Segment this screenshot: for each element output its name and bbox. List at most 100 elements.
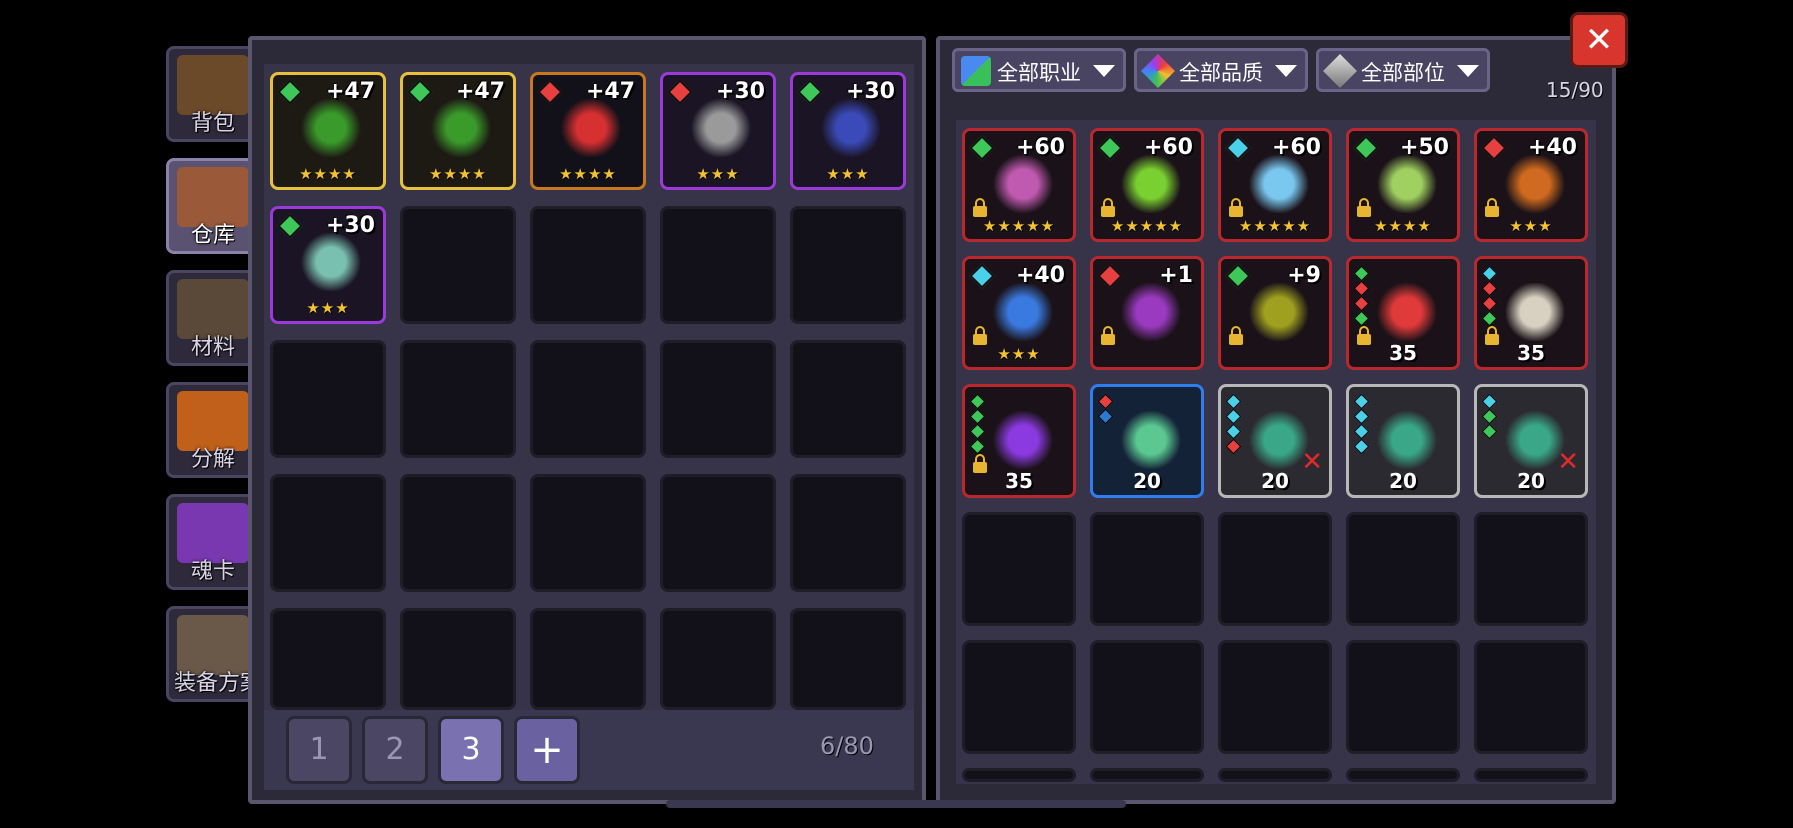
filter-dropdown-2[interactable]: 全部部位 <box>1316 48 1490 92</box>
quality-gem-icon <box>277 79 303 105</box>
storage-slot[interactable] <box>660 340 776 458</box>
backpack-slot[interactable]: 20 <box>1090 384 1204 498</box>
storage-slot[interactable] <box>530 206 646 324</box>
red-hook-icon <box>561 99 621 157</box>
add-page-button[interactable]: + <box>514 716 580 784</box>
storage-slot[interactable] <box>790 206 906 324</box>
storage-slot[interactable] <box>400 340 516 458</box>
storage-slot[interactable] <box>400 474 516 592</box>
storage-slot[interactable] <box>790 474 906 592</box>
backpack-slot[interactable] <box>1218 640 1332 754</box>
storage-slot[interactable] <box>660 206 776 324</box>
affix-gem-icon <box>1481 295 1498 312</box>
storage-slot[interactable] <box>660 608 776 710</box>
storage-slot[interactable] <box>270 608 386 710</box>
tab-label: 背包 <box>190 111 235 136</box>
backpack-slot[interactable]: +1 <box>1090 256 1204 370</box>
storage-slot[interactable] <box>660 474 776 592</box>
storage-slot[interactable] <box>270 340 386 458</box>
backpack-slot[interactable] <box>1090 640 1204 754</box>
tab-4[interactable]: 魂卡 <box>166 494 260 590</box>
storage-slot[interactable] <box>530 608 646 710</box>
storage-slot[interactable]: +47 ★★★★ <box>270 72 386 190</box>
backpack-slot[interactable] <box>1346 768 1460 782</box>
backpack-slot[interactable] <box>962 640 1076 754</box>
backpack-slot[interactable]: +9 <box>1218 256 1332 370</box>
backpack-slot[interactable]: 35 <box>962 384 1076 498</box>
backpack-slot[interactable]: 20 ✕ <box>1218 384 1332 498</box>
item-stars: ★★★★ <box>299 165 357 183</box>
backpack-slot[interactable]: +60 ★★★★★ <box>1090 128 1204 242</box>
filter-dropdown-0[interactable]: 全部职业 <box>952 48 1126 92</box>
tab-1[interactable]: 仓库 <box>166 158 260 254</box>
tab-0[interactable]: 背包 <box>166 46 260 142</box>
page-button-2[interactable]: 2 <box>362 716 428 784</box>
storage-slot[interactable] <box>530 340 646 458</box>
tab-3[interactable]: 分解 <box>166 382 260 478</box>
green-scythe-icon <box>1121 155 1181 213</box>
storage-slot[interactable]: +47 ★★★★ <box>530 72 646 190</box>
green-glove-icon <box>1121 411 1181 469</box>
item-stars: ★★★ <box>306 299 350 317</box>
backpack-slot[interactable]: 35 <box>1346 256 1460 370</box>
item-level: +47 <box>455 79 505 104</box>
backpack-slot[interactable]: 35 <box>1474 256 1588 370</box>
backpack-slot[interactable] <box>1218 768 1332 782</box>
storage-slot[interactable] <box>790 340 906 458</box>
storage-slot[interactable] <box>270 474 386 592</box>
storage-slot[interactable]: +47 ★★★★ <box>400 72 516 190</box>
backpack-slot[interactable] <box>1218 512 1332 626</box>
backpack-slot[interactable] <box>1346 512 1460 626</box>
storage-slot[interactable] <box>400 608 516 710</box>
item-level: +30 <box>845 79 895 104</box>
backpack-slot[interactable] <box>1474 640 1588 754</box>
storage-slot[interactable]: +30 ★★★ <box>790 72 906 190</box>
backpack-slot[interactable] <box>962 768 1076 782</box>
backpack-slot[interactable]: +40 ★★★ <box>962 256 1076 370</box>
purple-boots-icon <box>993 411 1053 469</box>
grey-horn-icon <box>691 99 751 157</box>
backpack-slot[interactable]: +50 ★★★★ <box>1346 128 1460 242</box>
scrollbar[interactable] <box>666 800 1126 808</box>
backpack-slot[interactable] <box>1090 768 1204 782</box>
page-button-1[interactable]: 1 <box>286 716 352 784</box>
affix-gem-icon <box>1225 393 1242 410</box>
affix-gem-icon <box>969 393 986 410</box>
storage-slot[interactable]: +30 ★★★ <box>270 206 386 324</box>
backpack-slot[interactable] <box>962 512 1076 626</box>
tab-2[interactable]: 材料 <box>166 270 260 366</box>
storage-slot[interactable]: +30 ★★★ <box>660 72 776 190</box>
storage-slot[interactable] <box>400 206 516 324</box>
page-button-3[interactable]: 3 <box>438 716 504 784</box>
close-button[interactable]: ✕ <box>1570 12 1628 68</box>
backpack-slot[interactable] <box>1474 768 1588 782</box>
quality-gem-icon <box>1097 263 1123 289</box>
backpack-slot[interactable] <box>1346 640 1460 754</box>
claw-weapon-icon <box>993 155 1053 213</box>
lock-icon <box>1357 326 1371 345</box>
affix-gems <box>1353 265 1370 328</box>
tab-5[interactable]: 装备方案 <box>166 606 260 702</box>
affix-gem-icon <box>1481 280 1498 297</box>
item-level: +60 <box>1271 135 1321 160</box>
backpack-slot[interactable]: +60 ★★★★★ <box>962 128 1076 242</box>
backpack-slot[interactable] <box>1090 512 1204 626</box>
backpack-slot[interactable]: +40 ★★★ <box>1474 128 1588 242</box>
item-level: +47 <box>325 79 375 104</box>
storage-slot[interactable] <box>790 608 906 710</box>
lock-icon <box>1101 198 1115 217</box>
affix-gem-icon <box>969 423 986 440</box>
backpack-slot[interactable] <box>1474 512 1588 626</box>
backpack-slot[interactable]: 20 ✕ <box>1474 384 1588 498</box>
backpack-slot[interactable]: 20 <box>1346 384 1460 498</box>
unequippable-x-icon: ✕ <box>1557 447 1579 477</box>
storage-slot[interactable] <box>530 474 646 592</box>
item-stars: ★★★★★ <box>1238 217 1312 235</box>
affix-gems <box>1353 393 1370 456</box>
backpack-slot[interactable]: +60 ★★★★★ <box>1218 128 1332 242</box>
item-stars: ★★★ <box>826 165 870 183</box>
filter-dropdown-1[interactable]: 全部品质 <box>1134 48 1308 92</box>
backpack-count: 15/90 <box>1546 78 1604 102</box>
item-level: +60 <box>1143 135 1193 160</box>
affix-gem-icon <box>1225 423 1242 440</box>
